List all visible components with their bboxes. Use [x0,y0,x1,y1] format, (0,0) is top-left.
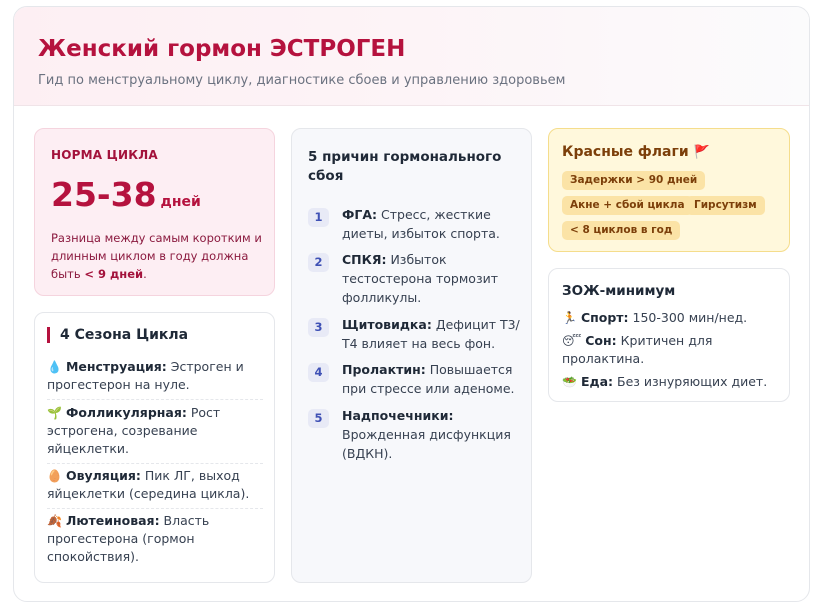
lifestyle-name: Сон: [585,333,617,348]
divider [47,463,263,464]
healthy-lifestyle-card: ЗОЖ-минимум 🏃 Спорт: 150-300 мин/нед. 😴 Со… [548,268,790,402]
lifestyle-name: Еда: [580,374,614,389]
divider [47,508,263,509]
red-flag-chip: Задержки > 90 дней [562,171,706,190]
season-item-ovulation: 🥚 Овуляция: Пик ЛГ, выход яйцеклетки (сер… [47,467,265,503]
sprout-icon: 🌱 [47,406,62,420]
cycle-norm-value: 25-38 дней [51,175,201,214]
cycle-norm-description: Разница между самым коротким и длинным ц… [51,229,263,283]
cycle-norm-label: Норма цикла [51,148,158,162]
lifestyle-item-food: 🥗 Еда: Без изнуряющих диет. [562,373,784,391]
cycle-norm-highlight: < 9 дней [84,267,144,281]
lifestyle-name: Спорт: [580,310,629,325]
cycle-norm-number: 25-38 [51,175,157,214]
reason-text: Пролактин: Повышается при стрессе или ад… [342,360,520,398]
lifestyle-text: 150-300 мин/нед. [628,310,748,325]
reason-name: СПКЯ: [342,252,387,267]
lifestyle-item-sport: 🏃 Спорт: 150-300 мин/нед. [562,309,784,327]
red-flag-chip: Акне + сбой цикла [562,196,693,215]
cycle-norm-card: Норма цикла 25-38 дней Разница между самы… [34,128,275,296]
season-name: Овуляция: [65,468,141,483]
cycle-norm-text-end: . [143,267,147,281]
season-name: Фолликулярная: [65,405,187,420]
reason-description: Врожденная дисфункция (ВДКН). [342,427,511,461]
red-flag-chip: < 8 циклов в год [562,221,681,240]
reason-name: Надпочечники: [342,408,454,423]
running-icon: 🏃 [562,311,577,325]
reason-name: Пролактин: [342,362,426,377]
red-flags-title: Красные флаги 🚩 [562,144,710,160]
reason-number: 1 [308,208,329,227]
reason-number: 5 [308,409,329,428]
season-item-follicular: 🌱 Фолликулярная: Рост эстрогена, созреван… [47,404,265,458]
salad-icon: 🥗 [562,375,577,389]
red-flag-chip: Гирсутизм [686,196,765,215]
reason-number: 2 [308,253,329,272]
header: Женский гормон ЭСТРОГЕН Гид по менструал… [14,7,809,106]
cycle-seasons-card: 4 Сезона Цикла 💧 Менструация: Эстроген и … [34,312,275,583]
reason-text: Надпочечники: Врожденная дисфункция (ВДК… [342,406,520,463]
reason-name: ФГА: [342,207,378,222]
cycle-norm-text: Разница между самым коротким и длинным ц… [51,231,262,281]
lifestyle-item-sleep: 😴 Сон: Критичен для пролактина. [562,332,784,368]
red-flags-card: Красные флаги 🚩 Задержки > 90 дней Акне … [548,128,790,252]
season-item-menstruation: 💧 Менструация: Эстроген и прогестерон на … [47,358,265,394]
page-title: Женский гормон ЭСТРОГЕН [38,36,406,62]
infographic-card: Женский гормон ЭСТРОГЕН Гид по менструал… [13,6,810,602]
lifestyle-text: Без изнуряющих диет. [613,374,768,389]
healthy-lifestyle-title: ЗОЖ-минимум [562,283,676,299]
reason-text: СПКЯ: Избыток тестостерона тормозит фолл… [342,250,520,307]
divider [47,399,263,400]
blood-drop-icon: 💧 [47,360,62,374]
season-item-luteal: 🍂 Лютеиновая: Власть прогестерона (гормон… [47,512,265,566]
seasons-title: 4 Сезона Цикла [47,327,188,343]
sleep-icon: 😴 [562,334,582,348]
season-name: Менструация: [65,359,167,374]
reason-name: Щитовидка: [342,317,432,332]
reason-number: 4 [308,363,329,382]
page-subtitle: Гид по менструальному циклу, диагностике… [38,73,566,88]
reason-number: 3 [308,318,329,337]
cycle-norm-unit: дней [160,194,201,210]
hormone-failure-reasons-card: 5 причин гормонального сбоя 1 ФГА: Стрес… [291,128,532,583]
red-flag-icon: 🚩 [693,145,710,160]
egg-icon: 🥚 [47,469,62,483]
reason-text: Щитовидка: Дефицит Т3/Т4 влияет на весь … [342,315,520,353]
reason-text: ФГА: Стресс, жесткие диеты, избыток спор… [342,205,520,243]
red-flags-title-text: Красные флаги [562,144,689,160]
season-name: Лютеиновая: [65,513,160,528]
reasons-title: 5 причин гормонального сбоя [308,149,502,184]
autumn-leaf-icon: 🍂 [47,514,62,528]
